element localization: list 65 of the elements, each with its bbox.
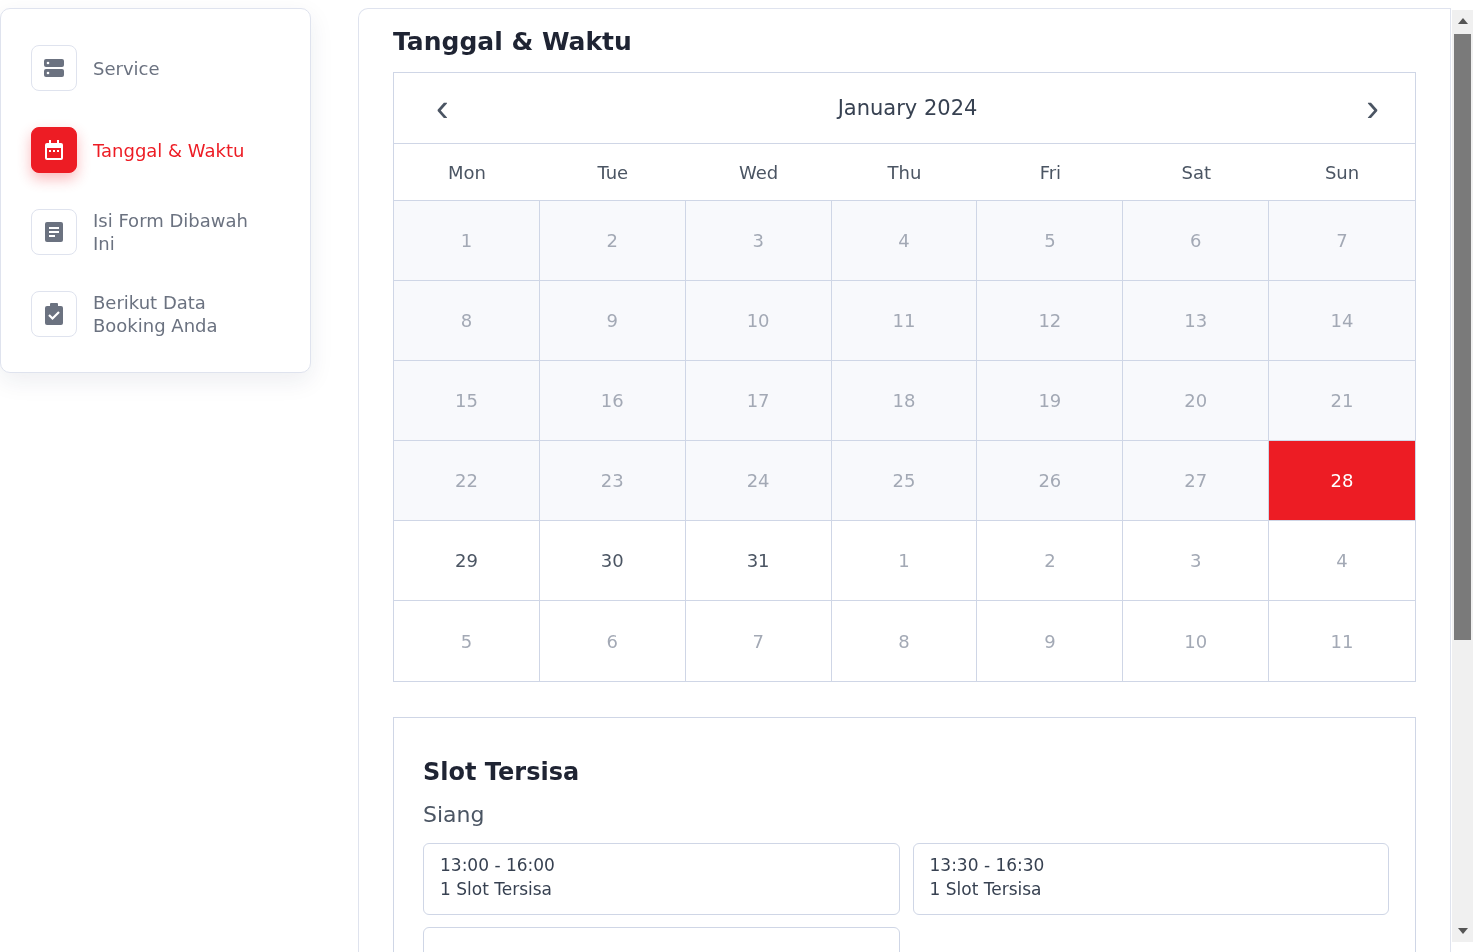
step-label[interactable]: Isi Form Dibawah Ini — [93, 209, 273, 255]
period-label: Siang — [423, 802, 486, 827]
scroll-down-icon[interactable] — [1457, 928, 1468, 934]
slot-remaining: 1 Slot Tersisa — [440, 879, 553, 900]
weekday-label: Tue — [596, 160, 630, 185]
day-cell[interactable]: 31 — [685, 521, 832, 601]
day-cell[interactable]: 19 — [977, 361, 1124, 441]
day-cell[interactable]: 14 — [1269, 281, 1415, 361]
calendar-icon — [45, 140, 63, 160]
day-cell[interactable]: 25 — [831, 441, 978, 521]
scrollbar-thumb[interactable] — [1454, 34, 1471, 640]
day-cell[interactable]: 9 — [539, 281, 686, 361]
day-cell[interactable]: 3 — [685, 201, 832, 281]
day-cell[interactable]: 23 — [539, 441, 686, 521]
time-slot-option[interactable]: 13:30 - 16:30 1 Slot Tersisa — [912, 843, 1389, 915]
day-cell[interactable]: 12 — [977, 281, 1124, 361]
weekday-label: Fri — [1038, 160, 1063, 185]
weekday-label: Mon — [446, 160, 487, 185]
day-cell[interactable]: 3 — [1123, 521, 1270, 601]
day-cell[interactable]: 1 — [394, 201, 540, 281]
day-cell[interactable]: 10 — [685, 281, 832, 361]
day-cell[interactable]: 1 — [831, 521, 978, 601]
day-cell[interactable]: 6 — [1123, 201, 1270, 281]
day-cell[interactable]: 7 — [1269, 201, 1415, 281]
day-cell[interactable]: 8 — [394, 281, 540, 361]
day-cell[interactable]: 21 — [1269, 361, 1415, 441]
scroll-up-icon[interactable] — [1457, 18, 1468, 24]
weekday-label: Wed — [738, 160, 780, 185]
slot-time: 13:00 - 16:00 — [440, 855, 556, 876]
server-icon — [44, 59, 64, 77]
time-slot-option[interactable]: 13:00 - 16:00 1 Slot Tersisa — [423, 843, 900, 915]
day-cell[interactable]: 2 — [539, 201, 686, 281]
day-cell[interactable]: 18 — [831, 361, 978, 441]
day-cell[interactable]: 26 — [977, 441, 1124, 521]
step-icon-box[interactable] — [31, 127, 77, 173]
previous-month-button[interactable]: ‹ — [430, 89, 455, 127]
day-cell[interactable]: 17 — [685, 361, 832, 441]
next-month-button[interactable]: › — [1360, 89, 1385, 127]
day-cell[interactable]: 20 — [1123, 361, 1270, 441]
month-title: January 2024 — [837, 96, 978, 120]
step-label[interactable]: Service — [93, 56, 273, 80]
day-cell[interactable]: 29 — [394, 521, 540, 601]
weekday-label: Sat — [1180, 160, 1212, 185]
day-cell[interactable]: 28 — [1269, 441, 1415, 521]
day-cell[interactable]: 5 — [977, 201, 1124, 281]
slot-title: Slot Tersisa — [423, 758, 581, 786]
day-cell[interactable]: 11 — [831, 281, 978, 361]
day-cell[interactable]: 30 — [539, 521, 686, 601]
document-icon — [45, 222, 63, 242]
day-cell[interactable]: 13 — [1123, 281, 1270, 361]
day-cell[interactable]: 4 — [831, 201, 978, 281]
step-label[interactable]: Berikut Data Booking Anda — [93, 291, 273, 337]
day-cell[interactable]: 2 — [977, 521, 1124, 601]
step-label[interactable]: Tanggal & Waktu — [93, 138, 273, 162]
day-cell[interactable]: 24 — [685, 441, 832, 521]
clipboard-check-icon — [45, 303, 63, 325]
weekday-label: Thu — [886, 160, 923, 185]
day-cell[interactable]: 16 — [539, 361, 686, 441]
weekday-label: Sun — [1323, 160, 1361, 185]
day-cell[interactable]: 22 — [394, 441, 540, 521]
slot-remaining: 1 Slot Tersisa — [929, 879, 1043, 900]
day-cell[interactable]: 15 — [394, 361, 540, 441]
day-cell[interactable]: 27 — [1123, 441, 1270, 521]
section-title: Tanggal & Waktu — [393, 27, 633, 56]
slot-time: 13:30 - 16:30 — [929, 855, 1046, 876]
